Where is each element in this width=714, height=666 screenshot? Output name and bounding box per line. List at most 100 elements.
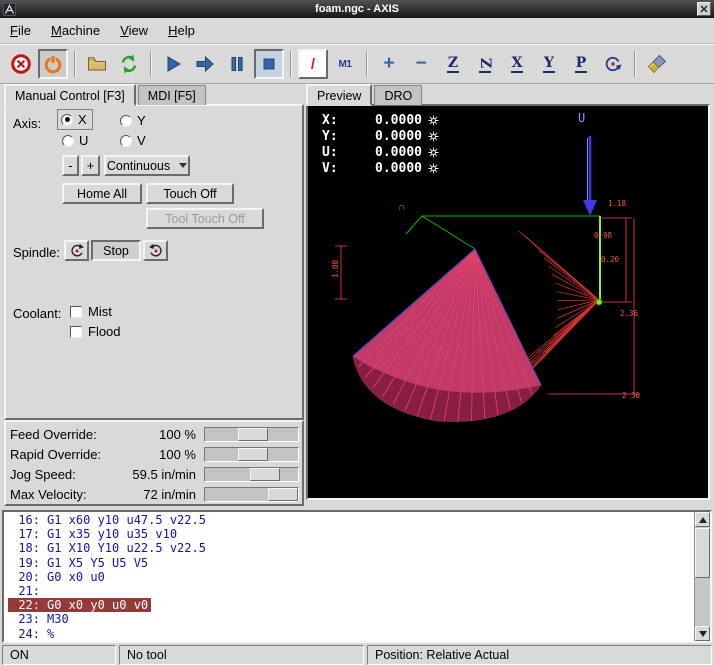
view-side-button[interactable]: X bbox=[502, 49, 532, 79]
tool-marker bbox=[596, 299, 602, 305]
slider-thumb[interactable] bbox=[250, 468, 280, 481]
scrollbar-thumb[interactable] bbox=[695, 528, 710, 578]
home-all-button[interactable]: Home All bbox=[62, 183, 142, 204]
gcode-line[interactable]: 17:G1 x35 y10 u35 v10 bbox=[8, 527, 692, 541]
jog-mode-select[interactable]: Continuous bbox=[104, 155, 190, 176]
gcode-line[interactable]: 19:G1 X5 Y5 U5 V5 bbox=[8, 556, 692, 570]
axis-radio-u[interactable]: U bbox=[62, 133, 88, 148]
gcode-line[interactable]: 21: bbox=[8, 584, 692, 598]
axis-u-label: U bbox=[578, 111, 585, 125]
spindle-ccw-button[interactable] bbox=[64, 240, 89, 261]
view-front-button[interactable]: Y bbox=[534, 49, 564, 79]
jog-minus-button[interactable]: - bbox=[62, 155, 79, 176]
zoom-in-icon: + bbox=[383, 55, 394, 73]
menu-help[interactable]: Help bbox=[168, 23, 195, 38]
estop-button[interactable] bbox=[6, 49, 36, 79]
spindle-cw-button[interactable] bbox=[143, 240, 168, 261]
view-top-button[interactable]: Z bbox=[438, 49, 468, 79]
reload-file-button[interactable] bbox=[114, 49, 144, 79]
spindle-ccw-icon bbox=[69, 243, 85, 259]
jog-speed-row: Jog Speed: 59.5 in/min bbox=[6, 464, 302, 484]
menu-file[interactable]: File bbox=[10, 23, 31, 38]
machine-power-button[interactable] bbox=[38, 49, 68, 79]
gcode-line[interactable]: 23:M30 bbox=[8, 612, 692, 626]
view-rotated-top-button[interactable]: Z bbox=[470, 49, 500, 79]
max-velocity-row: Max Velocity: 72 in/min bbox=[6, 484, 302, 504]
open-file-button[interactable] bbox=[82, 49, 112, 79]
tab-preview[interactable]: Preview bbox=[306, 84, 372, 106]
max-velocity-value: 72 in/min bbox=[116, 487, 204, 502]
step-line-button[interactable] bbox=[190, 49, 220, 79]
zoom-out-button[interactable]: − bbox=[406, 49, 436, 79]
machine-state-cell: ON bbox=[2, 645, 116, 665]
jog-speed-label: Jog Speed: bbox=[10, 467, 116, 482]
preview-panel: Preview DRO X: 0.0000 Y: 0.0000 bbox=[306, 84, 710, 506]
stop-button[interactable] bbox=[254, 49, 284, 79]
jog-plus-button[interactable]: + bbox=[81, 155, 100, 176]
axis-arrow bbox=[583, 136, 597, 216]
main-area: Manual Control [F3] MDI [F5] Axis: X Y U bbox=[0, 84, 714, 506]
spindle-stop-button[interactable]: Stop bbox=[91, 240, 141, 261]
feed-override-slider[interactable] bbox=[204, 427, 299, 442]
tool-touch-off-button[interactable]: Tool Touch Off bbox=[146, 208, 264, 229]
menu-machine[interactable]: Machine bbox=[51, 23, 100, 38]
toolbar-separator bbox=[290, 51, 292, 77]
right-tabs: Preview DRO bbox=[306, 84, 424, 105]
toolbar-separator bbox=[634, 51, 636, 77]
titlebar: foam.ngc - AXIS bbox=[0, 0, 714, 18]
optional-stop-button[interactable]: M1 bbox=[330, 49, 360, 79]
radio-v-indicator bbox=[120, 135, 132, 147]
view-perspective-button[interactable]: P bbox=[566, 49, 596, 79]
flood-checkbox[interactable]: Flood bbox=[70, 324, 121, 339]
run-program-button[interactable] bbox=[158, 49, 188, 79]
dim-label: 2 36 bbox=[622, 391, 641, 400]
menu-view[interactable]: View bbox=[120, 23, 148, 38]
jog-speed-slider[interactable] bbox=[204, 467, 299, 482]
max-velocity-slider[interactable] bbox=[204, 487, 299, 502]
gcode-listing[interactable]: 16:G1 x60 y10 u47.5 v22.5 17:G1 x35 y10 … bbox=[2, 510, 712, 643]
tab-manual-control[interactable]: Manual Control [F3] bbox=[4, 84, 136, 106]
preview-canvas[interactable]: X: 0.0000 Y: 0.0000 U: 0.0000 bbox=[306, 104, 710, 500]
position-mode-cell: Position: Relative Actual bbox=[367, 645, 712, 665]
slider-thumb[interactable] bbox=[238, 448, 268, 461]
window-close-button[interactable] bbox=[697, 2, 711, 16]
axis-window: foam.ngc - AXIS File Machine View Help bbox=[0, 0, 714, 666]
dim-label: 0.98 bbox=[594, 231, 613, 240]
tab-mdi[interactable]: MDI [F5] bbox=[138, 85, 206, 105]
rotate-view-button[interactable] bbox=[598, 49, 628, 79]
radio-x-indicator bbox=[61, 114, 73, 126]
gcode-line[interactable]: 20:G0 x0 u0 bbox=[8, 570, 692, 584]
radio-u-indicator bbox=[62, 135, 74, 147]
view-perspective-icon: P bbox=[575, 56, 588, 73]
rapid-override-row: Rapid Override: 100 % bbox=[6, 444, 302, 464]
rotate-view-icon bbox=[602, 53, 624, 75]
gcode-scrollbar[interactable] bbox=[694, 512, 710, 641]
axis-radio-x[interactable]: X bbox=[58, 110, 92, 129]
pause-button[interactable] bbox=[222, 49, 252, 79]
mist-checkbox[interactable]: Mist bbox=[70, 304, 112, 319]
slider-thumb[interactable] bbox=[268, 488, 298, 501]
gcode-line[interactable]: 16:G1 x60 y10 u47.5 v22.5 bbox=[8, 513, 692, 527]
axis-radio-y[interactable]: Y bbox=[120, 113, 146, 128]
tab-dro[interactable]: DRO bbox=[374, 85, 422, 105]
slider-thumb[interactable] bbox=[238, 428, 268, 441]
gcode-line[interactable]: 24:% bbox=[8, 627, 692, 641]
skip-lines-button[interactable]: / bbox=[298, 49, 328, 79]
scroll-down-button[interactable] bbox=[695, 626, 710, 641]
dim-label: 1.00 bbox=[331, 259, 340, 278]
touch-off-button[interactable]: Touch Off bbox=[146, 183, 234, 204]
gcode-line[interactable]: 18:G1 X10 Y10 u22.5 v22.5 bbox=[8, 541, 692, 555]
axis-radio-v[interactable]: V bbox=[120, 133, 146, 148]
stop-icon bbox=[258, 53, 280, 75]
zoom-in-button[interactable]: + bbox=[374, 49, 404, 79]
gcode-line-current[interactable]: 22:G0 x0 y0 u0 v0 bbox=[8, 598, 692, 612]
scroll-up-button[interactable] bbox=[695, 512, 710, 527]
jog-speed-value: 59.5 in/min bbox=[116, 467, 204, 482]
statusbar: ON No tool Position: Relative Actual bbox=[2, 645, 712, 665]
clear-plot-button[interactable] bbox=[642, 49, 672, 79]
mist-checkbox-box bbox=[70, 306, 82, 318]
rapid-override-slider[interactable] bbox=[204, 447, 299, 462]
dim-label: 1.18 bbox=[608, 199, 627, 208]
run-icon bbox=[162, 53, 184, 75]
tool-cell: No tool bbox=[119, 645, 364, 665]
